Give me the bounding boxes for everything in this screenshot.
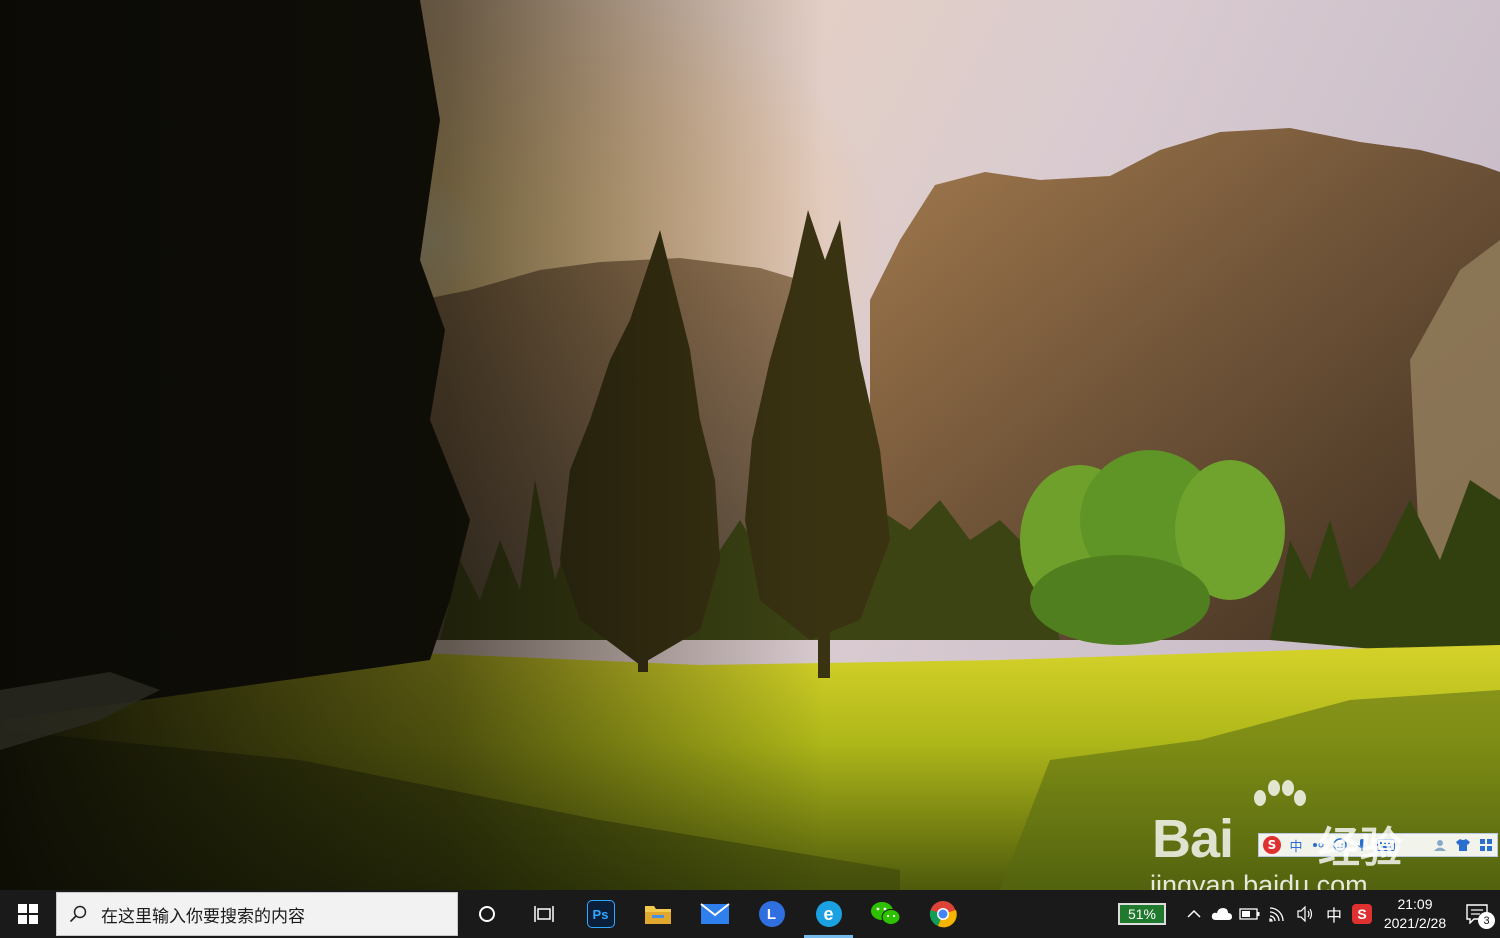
- taskbar-app-photoshop[interactable]: Ps: [572, 890, 629, 938]
- clock-button[interactable]: 21:09 2021/2/28: [1376, 890, 1454, 938]
- wechat-icon: [870, 902, 900, 925]
- clock-time: 21:09: [1397, 896, 1433, 912]
- taskbar-app-lark[interactable]: L: [743, 890, 800, 938]
- emoji-icon[interactable]: [1333, 836, 1347, 854]
- volume-button[interactable]: [1292, 890, 1320, 938]
- punctuation-icon[interactable]: [1311, 836, 1325, 854]
- user-account-icon[interactable]: [1433, 836, 1447, 854]
- taskbar-search-box[interactable]: 在这里输入你要搜索的内容: [56, 892, 458, 936]
- speaker-icon: [1297, 906, 1313, 922]
- search-icon: [69, 905, 87, 923]
- taskbar-app-chrome[interactable]: [914, 890, 971, 938]
- system-tray: 51% 中 S 21:09 2021/2/28 3: [1118, 890, 1500, 938]
- taskbar-app-wechat[interactable]: [857, 890, 914, 938]
- onedrive-button[interactable]: [1208, 890, 1236, 938]
- start-button[interactable]: [0, 890, 56, 938]
- toolbox-grid-icon[interactable]: [1479, 836, 1493, 854]
- skin-shirt-icon[interactable]: [1455, 836, 1471, 854]
- action-center-button[interactable]: 3: [1454, 890, 1500, 938]
- windows-logo-icon: [18, 904, 38, 924]
- notification-count-badge: 3: [1478, 912, 1495, 929]
- ime-toolbar[interactable]: S 中: [1258, 833, 1498, 857]
- photoshop-icon: Ps: [586, 900, 615, 928]
- battery-percent-badge[interactable]: 51%: [1118, 903, 1166, 925]
- taskbar-app-edge[interactable]: e: [800, 890, 857, 938]
- chevron-up-icon: [1187, 909, 1201, 918]
- cortana-button[interactable]: [458, 890, 515, 938]
- battery-button[interactable]: [1236, 890, 1264, 938]
- show-hidden-icons-button[interactable]: [1180, 890, 1208, 938]
- search-placeholder: 在这里输入你要搜索的内容: [101, 906, 305, 927]
- keyboard-icon[interactable]: [1377, 836, 1395, 854]
- cloud-icon: [1211, 908, 1232, 920]
- taskbar-app-mail[interactable]: [686, 890, 743, 938]
- ime-mode-toggle[interactable]: 中: [1289, 836, 1303, 855]
- voice-input-icon[interactable]: [1355, 836, 1369, 854]
- network-button[interactable]: [1264, 890, 1292, 938]
- ime-mode-indicator[interactable]: 中: [1320, 890, 1348, 938]
- task-view-button[interactable]: [515, 890, 572, 938]
- cortana-circle-icon: [478, 906, 495, 922]
- mail-icon: [699, 903, 730, 924]
- folder-icon: [644, 906, 671, 924]
- sogou-tray-button[interactable]: S: [1348, 890, 1376, 938]
- taskbar-app-file-explorer[interactable]: [629, 890, 686, 938]
- wifi-icon: [1269, 907, 1284, 922]
- sogou-logo-icon[interactable]: S: [1263, 836, 1281, 854]
- sogou-icon: S: [1352, 904, 1372, 924]
- lark-l-icon: L: [758, 901, 785, 927]
- taskbar: 在这里输入你要搜索的内容 Ps L e 51% 中 S 21:09 2021/2…: [0, 890, 1500, 938]
- desktop-wallpaper: [0, 0, 1500, 890]
- chrome-icon: [929, 901, 957, 928]
- battery-icon: [1239, 908, 1260, 920]
- clock-date: 2021/2/28: [1383, 915, 1447, 931]
- task-view-icon: [533, 906, 554, 922]
- edge-browser-icon: e: [815, 901, 842, 927]
